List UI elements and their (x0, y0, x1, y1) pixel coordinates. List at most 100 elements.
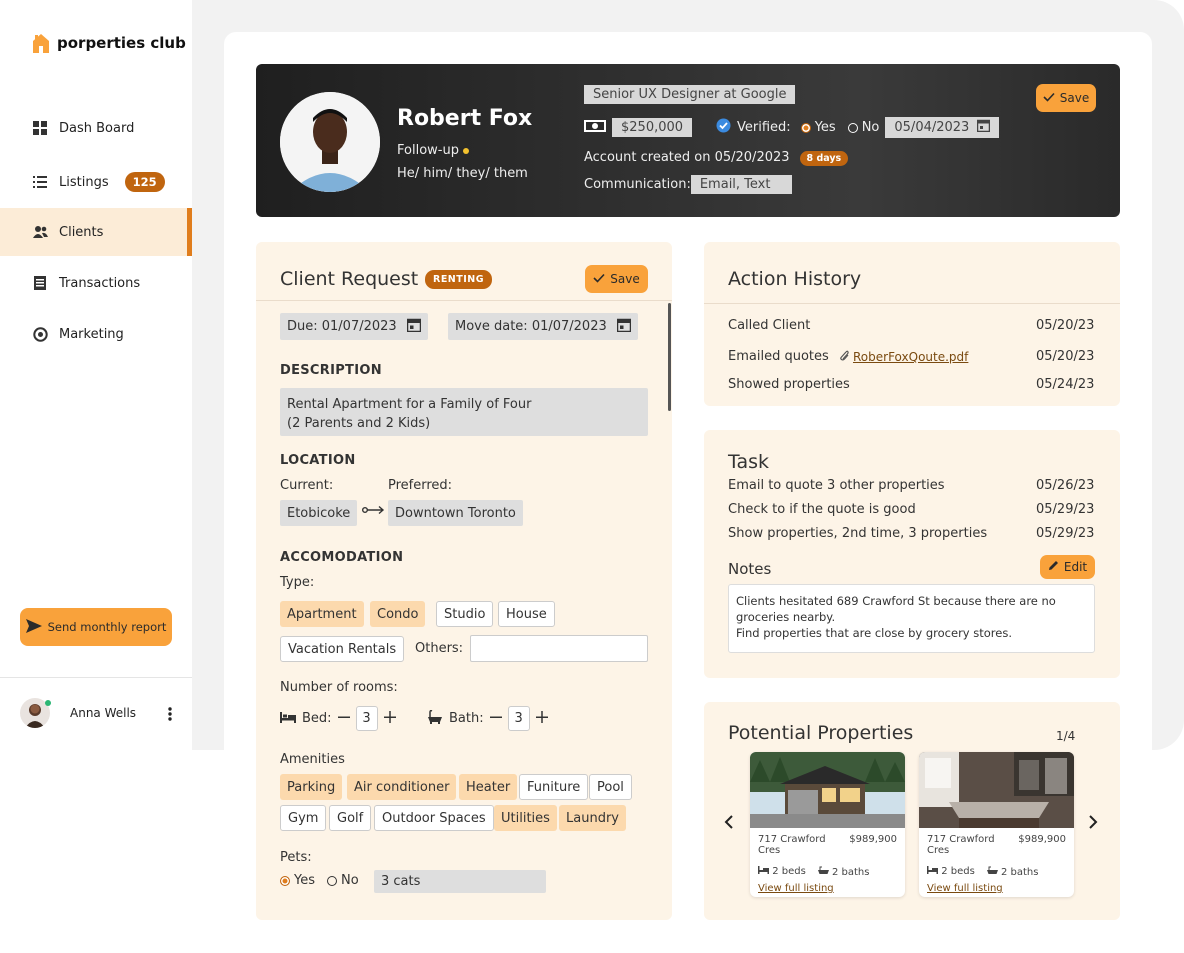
move-date-field[interactable]: Move date: 01/07/2023 (448, 313, 638, 340)
request-save-button[interactable]: Save (585, 265, 648, 293)
amenity-laundry-tag[interactable]: Laundry (559, 805, 626, 831)
property-image (750, 752, 905, 828)
pets-no-option[interactable]: No (327, 873, 359, 888)
online-status-dot (45, 700, 51, 706)
verified-no-option[interactable]: No (847, 120, 879, 135)
sidebar-item-listings[interactable]: Listings 125 (0, 158, 192, 206)
send-report-button[interactable]: Send monthly report (20, 608, 172, 646)
type-condo-tag[interactable]: Condo (370, 601, 426, 627)
job-title-field[interactable]: Senior UX Designer at Google (584, 85, 796, 104)
history-date: 05/20/23 (1036, 349, 1095, 364)
edit-notes-button[interactable]: Edit (1040, 555, 1095, 579)
sidebar-item-transactions[interactable]: Transactions (0, 259, 192, 307)
client-name: Robert Fox (397, 106, 533, 131)
sidebar-item-marketing[interactable]: Marketing (0, 310, 192, 358)
pets-yes-option[interactable]: Yes (280, 873, 315, 888)
plus-icon[interactable] (535, 710, 548, 727)
bath-count[interactable]: 3 (507, 706, 530, 731)
amenity-parking-tag[interactable]: Parking (280, 774, 343, 800)
plus-icon[interactable] (383, 710, 396, 727)
sidebar-item-label: Listings (59, 174, 109, 190)
communication-label: Communication: (584, 177, 691, 192)
others-input[interactable] (470, 635, 648, 662)
bath-label: Bath: (449, 711, 484, 726)
bath-stepper[interactable]: Bath: 3 (427, 706, 548, 731)
property-image (919, 752, 1074, 828)
notes-textarea[interactable]: Clients hesitated 689 Crawford St becaus… (728, 584, 1095, 653)
pets-label: Pets: (280, 850, 312, 865)
amenity-gym-tag[interactable]: Gym (280, 805, 327, 831)
bed-stepper[interactable]: Bed: 3 (280, 706, 396, 731)
budget-field[interactable]: $250,000 (612, 118, 693, 137)
type-house-tag[interactable]: House (498, 601, 555, 627)
client-request-title: Client Request (280, 268, 419, 290)
amenity-funiture-tag[interactable]: Funiture (519, 774, 589, 800)
notes-line: Find properties that are close by grocer… (736, 626, 1012, 640)
pencil-icon (1048, 560, 1059, 574)
amenity-outdoor-spaces-tag[interactable]: Outdoor Spaces (374, 805, 494, 831)
logo-text: porperties club (57, 34, 186, 52)
bed-icon (280, 711, 296, 727)
type-apartment-tag[interactable]: Apartment (280, 601, 364, 627)
header-save-button[interactable]: Save (1036, 84, 1096, 112)
preferred-location-field[interactable]: Downtown Toronto (388, 500, 523, 526)
listings-count-badge: 125 (124, 172, 165, 192)
verified-yes-option[interactable]: Yes (800, 120, 836, 135)
baths-info: 2 baths (986, 866, 1038, 878)
property-price: $989,900 (849, 834, 897, 845)
view-listing-link[interactable]: View full listing (927, 883, 1066, 894)
scrollbar[interactable] (668, 303, 671, 411)
due-date-field[interactable]: Due: 01/07/2023 (280, 313, 428, 340)
bathtub-icon (817, 866, 829, 874)
description-heading: DESCRIPTION (280, 363, 382, 378)
sidebar-item-dashboard[interactable]: Dash Board (0, 104, 192, 152)
accommodation-heading: ACCOMODATION (280, 550, 404, 565)
task-text: Email to quote 3 other properties (728, 478, 945, 493)
verified-date-field[interactable]: 05/04/2023 (885, 117, 1000, 138)
amenity-air-conditioner-tag[interactable]: Air conditioner (347, 774, 457, 800)
user-profile[interactable]: Anna Wells (20, 698, 136, 728)
amenity-heater-tag[interactable]: Heater (459, 774, 518, 800)
amenity-utilities-tag[interactable]: Utilities (494, 805, 557, 831)
panel-divider (704, 303, 1120, 304)
others-label: Others: (415, 641, 464, 656)
beds-value: 2 beds (941, 866, 975, 877)
communication-field[interactable]: Email, Text (690, 175, 792, 194)
chevron-left-icon[interactable] (724, 814, 734, 833)
bathtub-icon (986, 866, 998, 874)
more-options-icon[interactable] (168, 706, 172, 721)
sidebar-item-clients[interactable]: Clients (0, 208, 192, 256)
chevron-right-icon[interactable] (1088, 814, 1098, 833)
view-listing-link[interactable]: View full listing (758, 883, 897, 894)
property-address: 717 Crawford Cres (927, 834, 995, 856)
house-logo-icon (31, 32, 51, 54)
yes-label: Yes (814, 120, 836, 135)
money-icon (584, 119, 606, 137)
minus-icon[interactable] (337, 711, 350, 727)
history-date: 05/24/23 (1036, 377, 1095, 392)
logo[interactable]: porperties club (31, 32, 186, 54)
location-heading: LOCATION (280, 453, 356, 468)
history-action: Emailed quotes (728, 349, 829, 364)
amenities-label: Amenities (280, 752, 345, 767)
beds-info: 2 beds (927, 866, 975, 878)
send-report-label: Send monthly report (47, 620, 167, 634)
minus-icon[interactable] (489, 711, 502, 727)
attachment-filename: RoberFoxQoute.pdf (853, 350, 969, 364)
property-card[interactable]: 717 Crawford Cres $989,900 2 beds 2 baths… (750, 752, 905, 897)
amenity-pool-tag[interactable]: Pool (589, 774, 632, 800)
arrow-right-icon (361, 503, 385, 521)
notes-label: Notes (728, 560, 772, 578)
pets-detail-field[interactable]: 3 cats (374, 870, 546, 893)
current-location-field[interactable]: Etobicoke (280, 500, 358, 526)
type-vacation-rentals-tag[interactable]: Vacation Rentals (280, 636, 405, 662)
description-field[interactable]: Rental Apartment for a Family of Four (2… (280, 388, 648, 436)
beds-info: 2 beds (758, 866, 806, 878)
type-studio-tag[interactable]: Studio (436, 601, 494, 627)
amenity-golf-tag[interactable]: Golf (329, 805, 372, 831)
bathtub-icon (427, 709, 443, 728)
property-card[interactable]: 717 Crawford Cres $989,900 2 beds 2 baths… (919, 752, 1074, 897)
bed-count[interactable]: 3 (355, 706, 378, 731)
attachment-link[interactable]: RoberFoxQoute.pdf (838, 349, 968, 365)
radio-no-icon (847, 122, 858, 133)
